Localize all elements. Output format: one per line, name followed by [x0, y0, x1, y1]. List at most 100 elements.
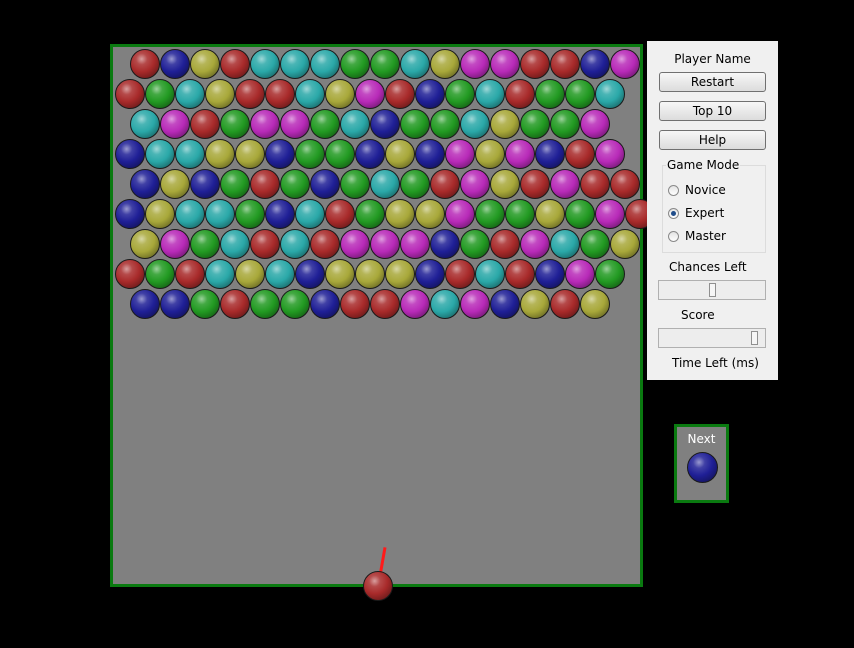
bubble-green [445, 79, 475, 109]
slider-thumb[interactable] [709, 283, 716, 297]
bubble-red [115, 79, 145, 109]
bubble-teal [460, 109, 490, 139]
bubble-teal [310, 49, 340, 79]
bubble-yellow [145, 199, 175, 229]
player-name-label: Player Name [674, 52, 751, 66]
bubble-teal [175, 139, 205, 169]
bubble-teal [475, 79, 505, 109]
bubble-red [220, 49, 250, 79]
top10-button[interactable]: Top 10 [659, 101, 766, 121]
bubble-red [265, 79, 295, 109]
next-bubble [687, 452, 718, 483]
bubble-magenta [445, 199, 475, 229]
bubble-blue [130, 169, 160, 199]
bubble-green [370, 49, 400, 79]
bubble-yellow [610, 229, 640, 259]
shooter-bubble[interactable] [363, 571, 393, 601]
bubble-green [220, 169, 250, 199]
bubble-green [475, 199, 505, 229]
bubble-green [400, 109, 430, 139]
bubble-green [280, 289, 310, 319]
bubble-blue [535, 139, 565, 169]
bubble-green [580, 229, 610, 259]
bubble-green [565, 199, 595, 229]
bubble-blue [295, 259, 325, 289]
bubble-green [340, 49, 370, 79]
chances-left-slider[interactable] [658, 280, 766, 300]
bubble-teal [220, 229, 250, 259]
bubble-blue [490, 289, 520, 319]
game-board[interactable] [110, 44, 685, 601]
bubble-red [565, 139, 595, 169]
bubble-yellow [385, 139, 415, 169]
bubble-red [250, 229, 280, 259]
bubble-magenta [460, 169, 490, 199]
bubble-magenta [565, 259, 595, 289]
next-bubble-box: Next [674, 424, 729, 503]
bubble-magenta [595, 139, 625, 169]
bubble-yellow [475, 139, 505, 169]
bubble-red [175, 259, 205, 289]
chances-left-label: Chances Left [669, 260, 747, 274]
bubble-red [610, 169, 640, 199]
bubble-green [190, 289, 220, 319]
bubble-red [325, 199, 355, 229]
bubble-magenta [505, 139, 535, 169]
bubble-green [520, 109, 550, 139]
bubble-green [235, 199, 265, 229]
bubble-green [325, 139, 355, 169]
bubble-green [595, 259, 625, 289]
bubble-grid [113, 47, 685, 584]
bubble-green [550, 109, 580, 139]
bubble-yellow [490, 109, 520, 139]
bubble-teal [265, 259, 295, 289]
bubble-blue [355, 139, 385, 169]
mode-novice-radio[interactable]: Novice [668, 182, 726, 198]
bubble-blue [415, 139, 445, 169]
score-slider[interactable] [658, 328, 766, 348]
bubble-green [430, 109, 460, 139]
bubble-teal [595, 79, 625, 109]
bubble-yellow [235, 139, 265, 169]
bubble-green [280, 169, 310, 199]
restart-button[interactable]: Restart [659, 72, 766, 92]
bubble-teal [175, 199, 205, 229]
bubble-magenta [340, 229, 370, 259]
bubble-yellow [160, 169, 190, 199]
help-button[interactable]: Help [659, 130, 766, 150]
bubble-green [535, 79, 565, 109]
bubble-blue [415, 79, 445, 109]
bubble-yellow [490, 169, 520, 199]
bubble-green [145, 79, 175, 109]
bubble-magenta [400, 289, 430, 319]
slider-thumb[interactable] [751, 331, 758, 345]
radio-icon [668, 230, 679, 242]
bubble-magenta [580, 109, 610, 139]
bubble-red [580, 169, 610, 199]
bubble-teal [370, 169, 400, 199]
bubble-red [385, 79, 415, 109]
bubble-yellow [580, 289, 610, 319]
bubble-teal [550, 229, 580, 259]
bubble-magenta [520, 229, 550, 259]
bubble-green [295, 139, 325, 169]
bubble-magenta [160, 109, 190, 139]
bubble-red [340, 289, 370, 319]
bubble-teal [280, 49, 310, 79]
mode-expert-radio[interactable]: Expert [668, 205, 724, 221]
bubble-blue [310, 169, 340, 199]
bubble-teal [205, 259, 235, 289]
bubble-teal [145, 139, 175, 169]
bubble-yellow [190, 49, 220, 79]
bubble-red [550, 289, 580, 319]
bubble-magenta [160, 229, 190, 259]
bubble-magenta [550, 169, 580, 199]
bubble-red [220, 289, 250, 319]
bubble-yellow [535, 199, 565, 229]
bubble-blue [580, 49, 610, 79]
mode-master-radio[interactable]: Master [668, 228, 726, 244]
bubble-teal [295, 199, 325, 229]
bubble-green [310, 109, 340, 139]
bubble-yellow [520, 289, 550, 319]
radio-icon [668, 184, 679, 196]
